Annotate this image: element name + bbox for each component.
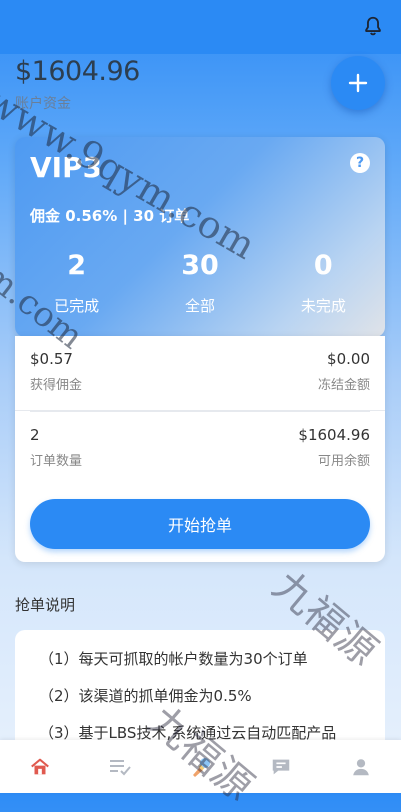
start-grab-button[interactable]: 开始抢单: [30, 499, 370, 549]
stat-value: 0: [313, 250, 333, 281]
bell-icon[interactable]: [362, 15, 384, 37]
rule-item: （2）该渠道的抓单佣金为0.5%: [39, 687, 252, 705]
frozen-amount-label: 冻结金额: [317, 378, 370, 393]
commission-info: 佣金 0.56% | 30 订单: [30, 207, 190, 225]
rule-item: （1）每天可抓取的帐户数量为30个订单: [39, 650, 308, 668]
frozen-amount-value: $0.00: [327, 350, 370, 368]
earned-commission-value: $0.57: [30, 350, 73, 368]
stat-all[interactable]: 30 全部: [138, 249, 261, 316]
stat-label: 未完成: [300, 297, 346, 315]
order-stats: 2 已完成 30 全部 0 未完成: [15, 249, 385, 316]
earned-commission: $0.57 获得佣金: [30, 350, 82, 393]
rules-card: （1）每天可抓取的帐户数量为30个订单 （2）该渠道的抓单佣金为0.5% （3）…: [15, 630, 385, 750]
summary-row: 2 订单数量 $1604.96 可用余额: [30, 411, 370, 487]
orders-icon: [110, 759, 132, 775]
user-icon: [353, 758, 369, 775]
stat-completed[interactable]: 2 已完成: [15, 249, 138, 316]
stat-value: 30: [181, 250, 219, 281]
order-count-label: 订单数量: [30, 454, 83, 469]
home-icon: [31, 758, 49, 774]
stat-value: 2: [67, 250, 87, 281]
tab-home[interactable]: [0, 740, 80, 793]
stat-uncompleted[interactable]: 0 未完成: [262, 249, 385, 316]
summary-row: $0.57 获得佣金 $0.00 冻结金额: [15, 336, 385, 411]
account-summary-card: $0.57 获得佣金 $0.00 冻结金额 2 订单数量 $1604.96 可用…: [15, 336, 385, 562]
grab-icon: [192, 757, 210, 777]
stat-label: 已完成: [54, 297, 100, 315]
add-button[interactable]: [331, 56, 385, 110]
available-balance-label: 可用余额: [317, 454, 370, 469]
message-icon: [272, 759, 289, 774]
order-count-value: 2: [30, 426, 40, 444]
tab-orders[interactable]: [80, 740, 160, 793]
frozen-amount: $0.00 冻结金额: [318, 350, 370, 393]
available-balance: $1604.96 可用余额: [298, 426, 370, 469]
order-count: 2 订单数量: [30, 426, 82, 469]
top-bar: [0, 0, 401, 54]
stat-label: 全部: [184, 297, 215, 315]
tab-grab[interactable]: [160, 740, 240, 793]
bottom-tab-bar: [0, 740, 401, 793]
plus-icon: [348, 73, 368, 93]
tab-messages[interactable]: [241, 740, 321, 793]
rules-title: 抢单说明: [15, 596, 76, 614]
earned-commission-label: 获得佣金: [30, 378, 83, 393]
tab-profile[interactable]: [321, 740, 401, 793]
account-balance: $1604.96: [15, 56, 140, 87]
account-balance-label: 账户资金: [15, 96, 71, 112]
available-balance-value: $1604.96: [298, 426, 370, 444]
help-icon[interactable]: ?: [350, 153, 370, 173]
vip-level: VIP3: [30, 151, 103, 184]
vip-card: VIP3 ? 佣金 0.56% | 30 订单 2 已完成 30 全部 0 未完…: [15, 137, 385, 337]
